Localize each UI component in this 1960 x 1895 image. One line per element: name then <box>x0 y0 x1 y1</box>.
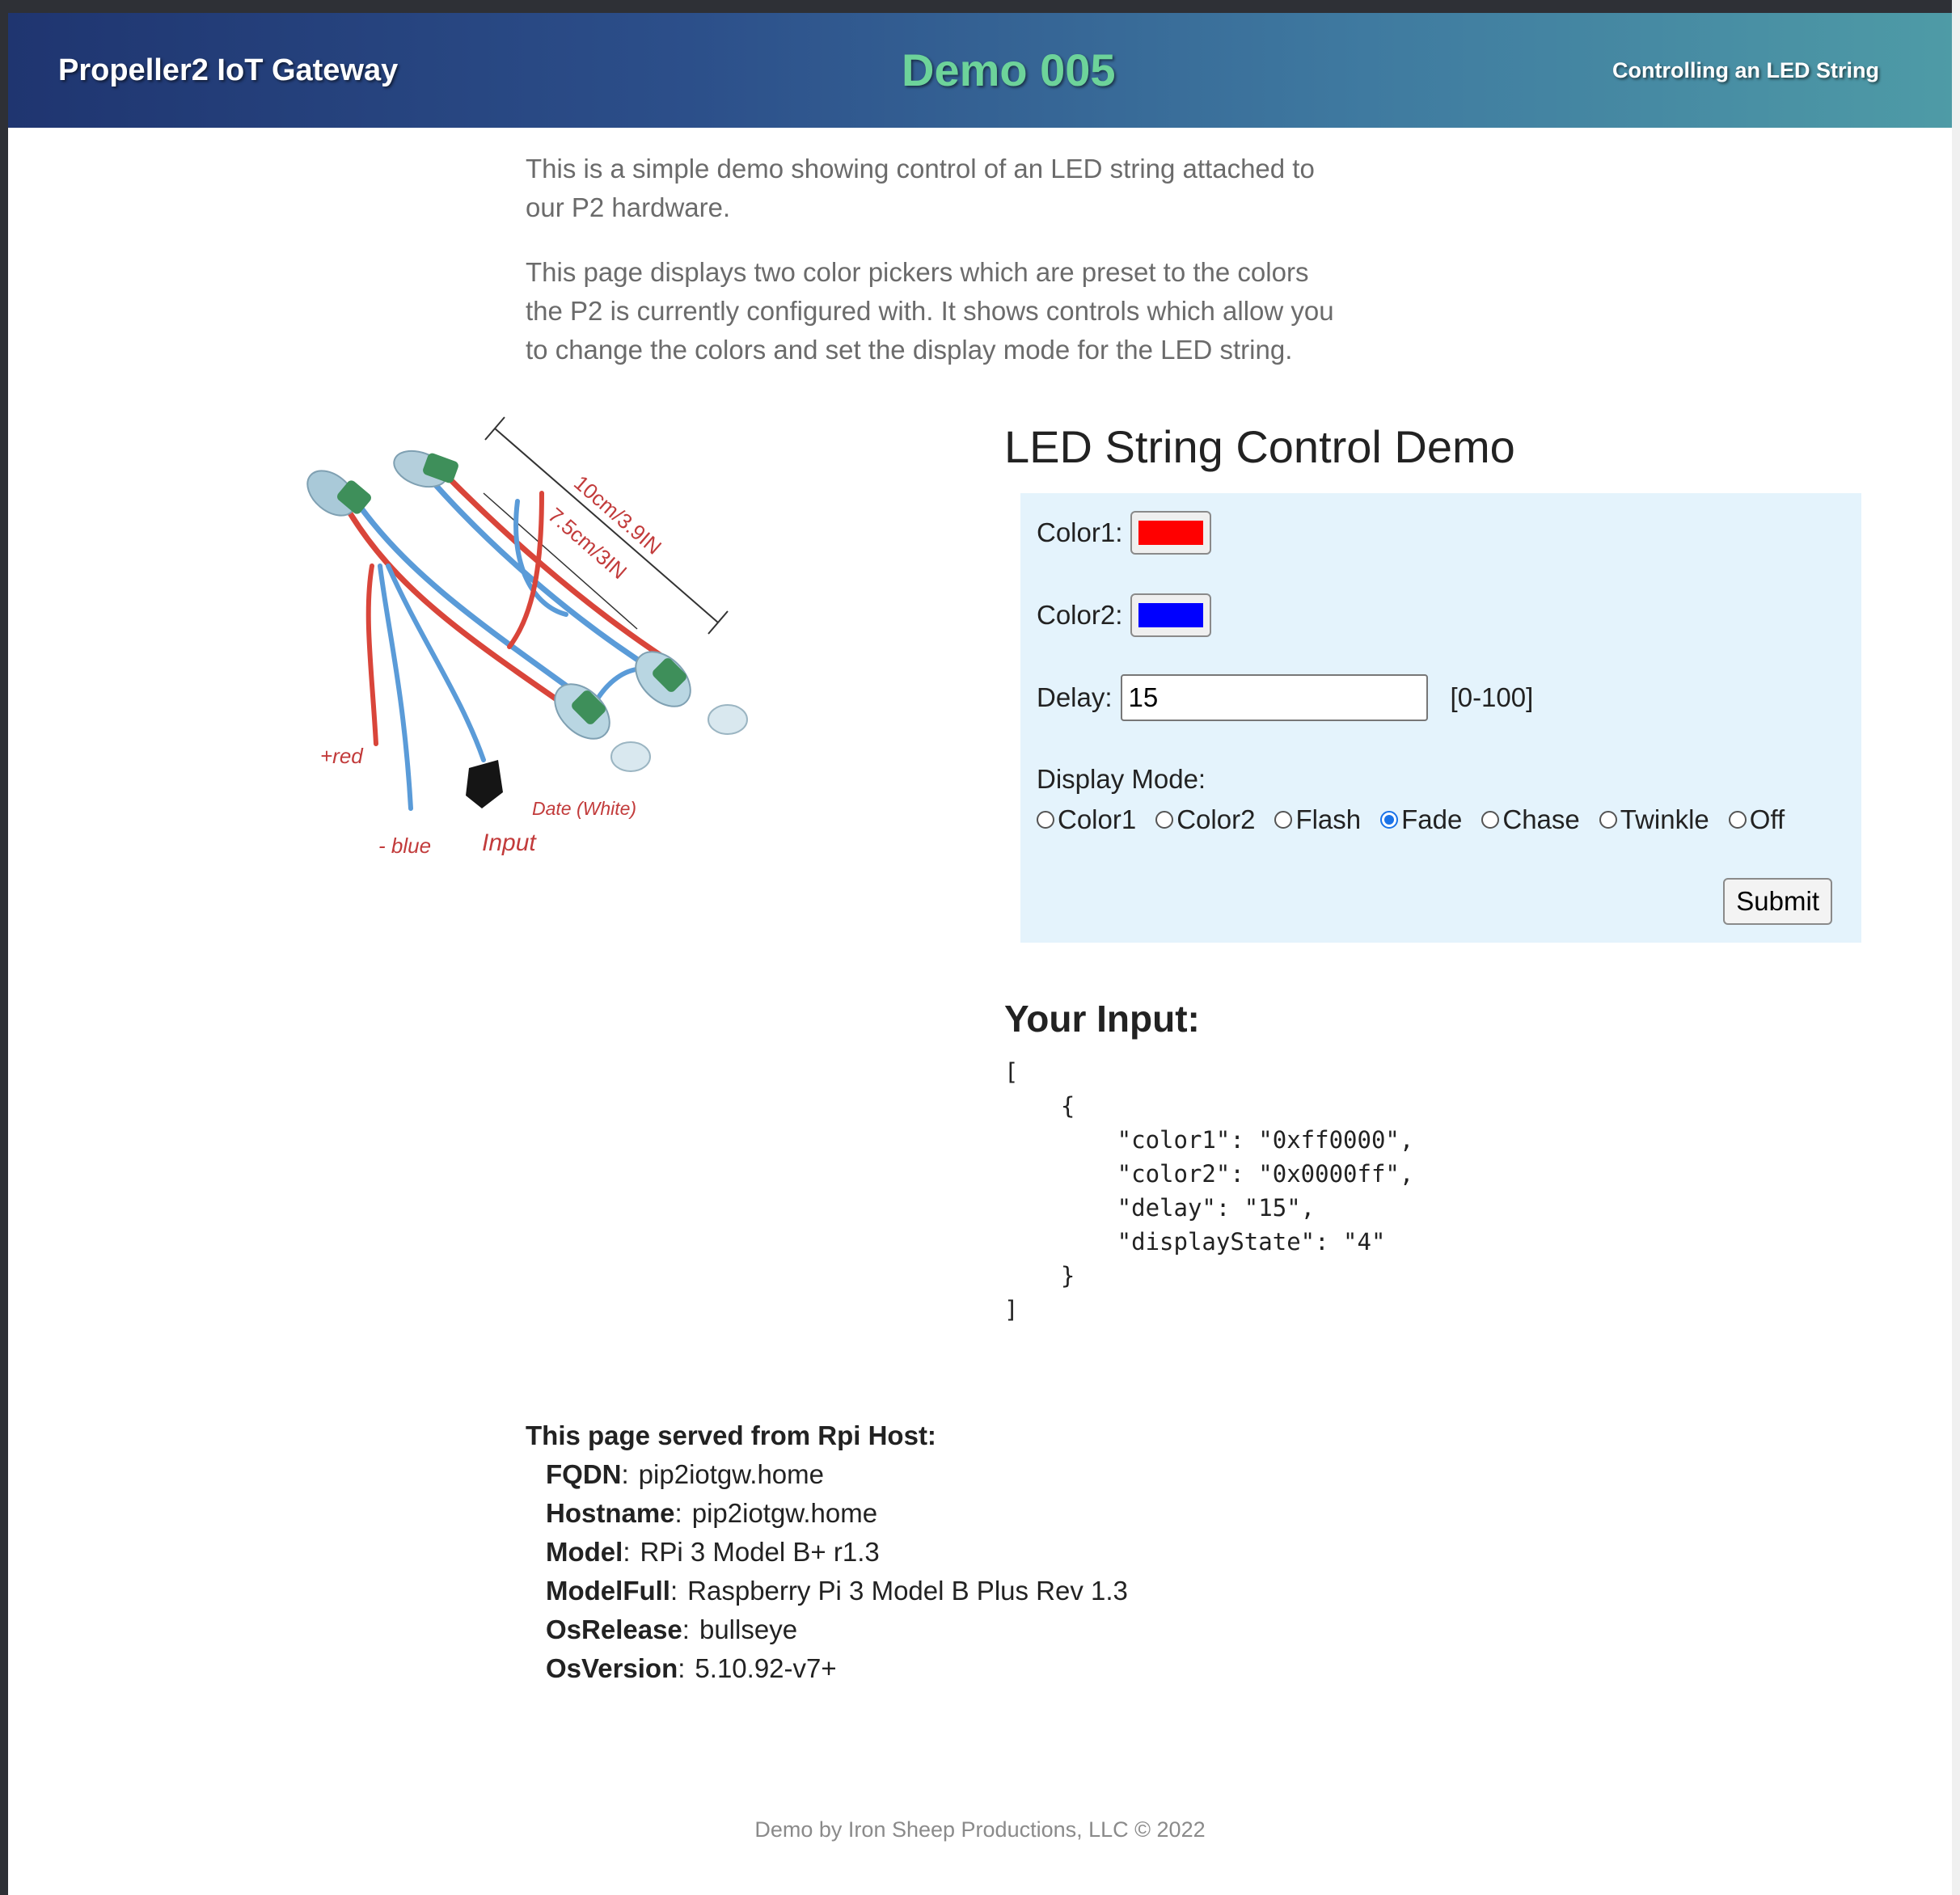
host-key: OsVersion <box>546 1653 678 1683</box>
color1-picker[interactable] <box>1130 511 1212 555</box>
host-key: OsRelease <box>546 1614 682 1644</box>
host-value: RPi 3 Model B+ r1.3 <box>640 1537 880 1567</box>
display-mode-label: Display Mode: <box>1037 764 1206 794</box>
radio-twinkle[interactable] <box>1599 811 1617 829</box>
json-output: [ { "color1": "0xff0000", "color2": "0x0… <box>1004 1058 1414 1323</box>
submit-button[interactable]: Submit <box>1723 878 1832 925</box>
window-top-edge <box>0 0 1960 13</box>
mode-option-chase[interactable]: Chase <box>1481 804 1580 835</box>
radio-flash[interactable] <box>1274 811 1293 829</box>
host-value: pip2iotgw.home <box>638 1459 824 1489</box>
window-right-edge <box>1952 0 1960 1895</box>
your-input-title: Your Input: <box>1004 998 1200 1040</box>
color2-picker[interactable] <box>1130 593 1212 637</box>
host-fqdn: FQDN: pip2iotgw.home <box>546 1459 824 1489</box>
page-subtitle: Controlling an LED String <box>1612 58 1879 82</box>
host-key: Model <box>546 1537 623 1567</box>
mode-label-color2: Color2 <box>1176 804 1256 834</box>
host-modelfull: ModelFull: Raspberry Pi 3 Model B Plus Re… <box>546 1576 1128 1606</box>
host-osversion: OsVersion: 5.10.92-v7+ <box>546 1653 837 1683</box>
host-key: Hostname <box>546 1498 675 1528</box>
host-value: pip2iotgw.home <box>691 1498 878 1528</box>
brand-title[interactable]: Propeller2 IoT Gateway <box>58 13 398 128</box>
color1-label: Color1: <box>1037 517 1123 547</box>
mode-label-flash: Flash <box>1295 804 1362 834</box>
radio-color1[interactable] <box>1037 811 1054 829</box>
led-string-image: 10cm/3.9IN 7.5cm/3IN +red - blue Input D… <box>275 404 792 873</box>
mode-label-twinkle: Twinkle <box>1620 804 1709 834</box>
color2-label: Color2: <box>1037 600 1123 630</box>
site-header: Propeller2 IoT Gateway Demo 005 Controll… <box>8 13 1952 128</box>
mode-option-twinkle[interactable]: Twinkle <box>1599 804 1709 835</box>
host-value: 5.10.92-v7+ <box>695 1653 837 1683</box>
page-footer: Demo by Iron Sheep Productions, LLC © 20… <box>754 1817 1206 1842</box>
panel-title: LED String Control Demo <box>1004 421 1515 472</box>
led-control-form: Color1: Color2: Delay: [0-100] Display M… <box>1020 493 1861 943</box>
radio-fade[interactable] <box>1380 811 1399 829</box>
host-info-heading: This page served from Rpi Host: <box>526 1420 936 1450</box>
host-value: Raspberry Pi 3 Model B Plus Rev 1.3 <box>687 1576 1128 1606</box>
intro-paragraph-2: This page displays two color pickers whi… <box>526 257 1334 365</box>
window-left-edge <box>0 0 8 1895</box>
mode-label-chase: Chase <box>1502 804 1580 834</box>
display-mode-group: Color1 Color2 Flash Fade Chase Twinkle O… <box>1037 804 1804 835</box>
mode-option-off[interactable]: Off <box>1728 804 1785 835</box>
mode-option-color1[interactable]: Color1 <box>1037 804 1136 835</box>
host-info: This page served from Rpi Host: FQDN: pip… <box>526 1416 1128 1688</box>
delay-input[interactable] <box>1120 674 1428 721</box>
host-hostname: Hostname: pip2iotgw.home <box>546 1498 878 1528</box>
host-key: ModelFull <box>546 1576 670 1606</box>
wire-label-red: +red <box>320 744 364 768</box>
mode-label-color1: Color1 <box>1058 804 1137 834</box>
mode-option-color2[interactable]: Color2 <box>1155 804 1255 835</box>
delay-range-hint: [0-100] <box>1450 682 1534 712</box>
color2-swatch <box>1138 603 1204 627</box>
color1-swatch <box>1138 521 1204 545</box>
mode-label-fade: Fade <box>1401 804 1463 834</box>
demo-title: Demo 005 <box>902 44 1116 95</box>
host-value: bullseye <box>699 1614 798 1644</box>
color1-row: Color1: <box>1037 511 1212 555</box>
color2-row: Color2: <box>1037 593 1212 637</box>
radio-chase[interactable] <box>1481 811 1500 829</box>
mode-option-flash[interactable]: Flash <box>1274 804 1361 835</box>
host-model: Model: RPi 3 Model B+ r1.3 <box>546 1537 880 1567</box>
mode-label-off: Off <box>1749 804 1785 834</box>
intro-text: This is a simple demo showing control of… <box>526 150 1342 395</box>
wire-label-data: Date (White) <box>532 798 636 819</box>
host-key: FQDN <box>546 1459 622 1489</box>
intro-paragraph-1: This is a simple demo showing control of… <box>526 154 1315 222</box>
wire-label-input: Input <box>482 829 537 856</box>
delay-label: Delay: <box>1037 682 1113 712</box>
radio-off[interactable] <box>1728 811 1747 829</box>
mode-option-fade[interactable]: Fade <box>1380 804 1462 835</box>
host-osrelease: OsRelease: bullseye <box>546 1614 798 1644</box>
delay-row: Delay: [0-100] <box>1037 674 1533 721</box>
radio-color2[interactable] <box>1155 811 1174 829</box>
led-string-illustration: 10cm/3.9IN 7.5cm/3IN +red - blue Input D… <box>306 416 748 858</box>
wire-label-blue: - blue <box>378 834 431 858</box>
